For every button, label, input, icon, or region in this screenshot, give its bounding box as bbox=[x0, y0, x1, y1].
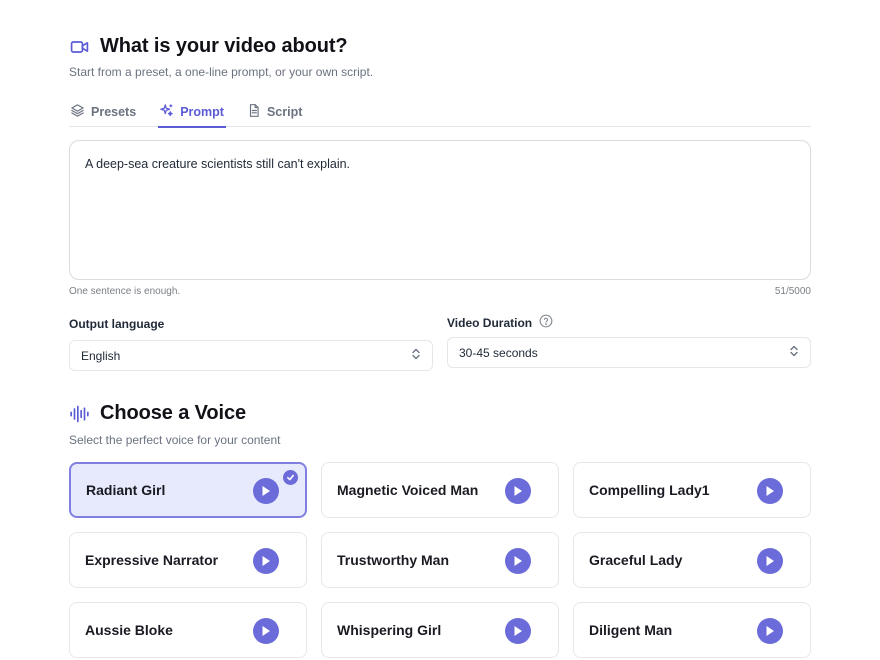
voice-card-trustworthy-man[interactable]: Trustworthy Man bbox=[321, 532, 559, 588]
voice-name: Diligent Man bbox=[589, 622, 673, 638]
document-icon bbox=[247, 103, 267, 121]
play-icon[interactable] bbox=[757, 618, 783, 644]
voice-card-graceful-lady[interactable]: Graceful Lady bbox=[573, 532, 811, 588]
tab-presets[interactable]: Presets bbox=[69, 96, 137, 127]
voice-subtitle: Select the perfect voice for your conten… bbox=[69, 433, 281, 447]
chevron-up-down-icon bbox=[789, 345, 799, 360]
voice-name: Aussie Bloke bbox=[85, 622, 173, 638]
voice-name: Expressive Narrator bbox=[85, 552, 219, 568]
character-counter: 51/5000 bbox=[774, 286, 811, 297]
voice-card-radiant-girl[interactable]: Radiant Girl bbox=[69, 462, 307, 518]
video-camera-icon bbox=[69, 37, 90, 57]
voice-card-magnetic-voiced-man[interactable]: Magnetic Voiced Man bbox=[321, 462, 559, 518]
tab-script[interactable]: Script bbox=[246, 96, 303, 127]
voice-name: Compelling Lady1 bbox=[589, 482, 710, 498]
layers-icon bbox=[70, 103, 91, 121]
voice-card-whispering-girl[interactable]: Whispering Girl bbox=[321, 602, 559, 658]
tab-prompt[interactable]: Prompt bbox=[158, 96, 226, 128]
audio-waveform-icon bbox=[69, 404, 90, 424]
play-icon[interactable] bbox=[505, 618, 531, 644]
tab-label: Prompt bbox=[180, 104, 224, 119]
video-duration-label-text: Video Duration bbox=[447, 315, 533, 330]
page-title: What is your video about? bbox=[100, 35, 348, 57]
output-language-select[interactable]: English bbox=[69, 340, 433, 371]
output-language-value: English bbox=[81, 348, 121, 363]
source-tabs: Presets Prompt Script bbox=[69, 96, 811, 128]
play-icon[interactable] bbox=[253, 618, 279, 644]
play-icon[interactable] bbox=[757, 478, 783, 504]
voice-card-aussie-bloke[interactable]: Aussie Bloke bbox=[69, 602, 307, 658]
voice-section-header: Choose a Voice bbox=[69, 402, 246, 425]
check-icon bbox=[283, 470, 298, 485]
voice-card-expressive-narrator[interactable]: Expressive Narrator bbox=[69, 532, 307, 588]
tab-label: Presets bbox=[91, 104, 137, 119]
voice-name: Radiant Girl bbox=[86, 482, 166, 498]
play-icon[interactable] bbox=[505, 548, 531, 574]
play-icon[interactable] bbox=[253, 478, 279, 504]
video-duration-value: 30-45 seconds bbox=[459, 345, 538, 360]
voice-title: Choose a Voice bbox=[100, 402, 247, 424]
voice-name: Magnetic Voiced Man bbox=[337, 482, 479, 498]
chevron-up-down-icon bbox=[411, 348, 421, 363]
voice-card-compelling-lady1[interactable]: Compelling Lady1 bbox=[573, 462, 811, 518]
voice-name: Trustworthy Man bbox=[337, 552, 450, 568]
page-subtitle: Start from a preset, a one-line prompt, … bbox=[69, 65, 374, 79]
voice-name: Graceful Lady bbox=[589, 552, 683, 568]
video-duration-label: Video Duration bbox=[447, 314, 553, 331]
sparkles-icon bbox=[159, 103, 180, 121]
tab-label: Script bbox=[266, 104, 303, 119]
output-language-label-text: Output language bbox=[69, 317, 165, 331]
video-section-header: What is your video about? bbox=[69, 35, 348, 58]
play-icon[interactable] bbox=[505, 478, 531, 504]
help-circle-icon[interactable] bbox=[539, 314, 553, 331]
video-duration-select[interactable]: 30-45 seconds bbox=[447, 337, 811, 368]
prompt-hint: One sentence is enough. bbox=[69, 286, 181, 297]
play-icon[interactable] bbox=[757, 548, 783, 574]
voice-name: Whispering Girl bbox=[337, 622, 442, 638]
prompt-input[interactable]: A deep-sea creature scientists still can… bbox=[69, 140, 811, 280]
play-icon[interactable] bbox=[253, 548, 279, 574]
output-language-label: Output language bbox=[69, 317, 164, 331]
voice-card-diligent-man[interactable]: Diligent Man bbox=[573, 602, 811, 658]
